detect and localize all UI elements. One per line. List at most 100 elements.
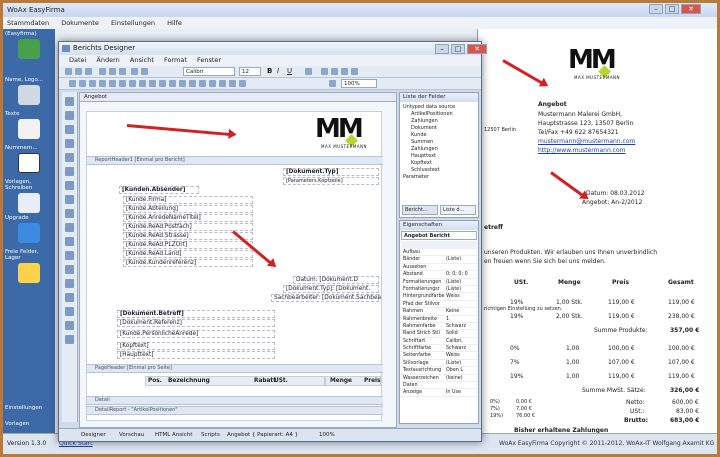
tree-item[interactable]: Haupttext	[403, 153, 476, 160]
layout-icon[interactable]	[189, 80, 196, 87]
layout-icon[interactable]	[169, 80, 176, 87]
sidebar-item-name-logo[interactable]: Name, Logo...	[5, 77, 53, 107]
property-row[interactable]: Aufbau	[400, 249, 478, 257]
property-row[interactable]: Rahmenbreite 1	[400, 316, 478, 323]
menu-datei[interactable]: Datei	[69, 56, 86, 64]
property-row[interactable]: Textausrichtung Oben L	[400, 367, 478, 375]
property-row[interactable]: Abstand 0; 0; 0; 0	[400, 271, 478, 279]
band-report-header[interactable]: ReportHeader1 [Einmal pro Bericht]	[87, 156, 383, 165]
property-row[interactable]: Rahmenfarbe Schwarz	[400, 323, 478, 331]
open-icon[interactable]	[75, 68, 82, 75]
tab-designer[interactable]: Designer	[81, 429, 106, 441]
field-haupttext[interactable]: [Haupttext]	[117, 351, 275, 359]
sidebar-item-freie-felder[interactable]: Freie Felder, Lager	[5, 249, 53, 285]
field-kunde-plzort[interactable]: [Kunde.ReAd.PLZOrt]	[123, 241, 253, 249]
maximize-button[interactable]: □	[665, 4, 679, 14]
menu-fenster[interactable]: Fenster	[197, 56, 221, 64]
field-kunde-land[interactable]: [Kunde.ReAd.Land]	[123, 250, 253, 258]
layout-icon[interactable]	[109, 80, 116, 87]
field-kunde-abteilung[interactable]: [Kunde.Abteilung]	[123, 205, 253, 213]
layout-icon[interactable]	[99, 80, 106, 87]
layout-icon[interactable]	[149, 80, 156, 87]
justify-icon[interactable]	[351, 68, 358, 75]
report-tab[interactable]: Angebot	[80, 93, 396, 102]
band-detail[interactable]: Detail	[87, 396, 383, 405]
layout-icon[interactable]	[69, 80, 76, 87]
tab-scripts[interactable]: Scripts	[201, 429, 220, 441]
tab-bericht[interactable]: Bericht...	[402, 205, 438, 215]
align-left-icon[interactable]	[321, 68, 328, 75]
tree-root[interactable]: Untyped data source	[403, 104, 476, 111]
line-tool-icon[interactable]	[65, 195, 74, 204]
paste-icon[interactable]	[119, 68, 126, 75]
field-kunde-anrede[interactable]: [Kunde.AnredeNameTitel]	[123, 214, 253, 222]
menu-ansicht[interactable]: Ansicht	[130, 56, 154, 64]
gauge-tool-icon[interactable]	[65, 265, 74, 274]
layout-icon[interactable]	[79, 80, 86, 87]
tab-liste[interactable]: Liste d...	[440, 205, 476, 215]
field-persoenliche-anrede[interactable]: [Kunde.PersönlicheAnrede]	[117, 330, 275, 338]
sidebar-item-texte[interactable]: Texte	[5, 111, 53, 141]
property-row[interactable]: Rand Strich Stil Solid	[400, 330, 478, 338]
italic-button[interactable]: I	[277, 67, 279, 75]
layout-icon[interactable]	[179, 80, 186, 87]
tree-item[interactable]: Kopftext	[403, 160, 476, 167]
zipcode-tool-icon[interactable]	[65, 237, 74, 246]
field-dokument-typ-2[interactable]: [Dokument.Typ]: [Dokument.	[283, 285, 379, 293]
field-betreff[interactable]: [Dokument.Betreff]	[117, 310, 275, 318]
layout-icon[interactable]	[199, 80, 206, 87]
redo-icon[interactable]	[141, 68, 148, 75]
sidebar-item-nummern[interactable]: Nummern...	[5, 145, 53, 175]
field-dokument-typ[interactable]: [Dokument.Typ]	[283, 168, 379, 176]
preview-email-link[interactable]: mustermann@mustermann.com	[538, 138, 635, 145]
tree-parameters[interactable]: Parameter	[403, 174, 476, 181]
layout-icon[interactable]	[239, 80, 246, 87]
copy-icon[interactable]	[109, 68, 116, 75]
layout-icon[interactable]	[209, 80, 216, 87]
property-row[interactable]: Anzeige In Use	[400, 389, 478, 397]
align-center-icon[interactable]	[331, 68, 338, 75]
picture-tool-icon[interactable]	[65, 153, 74, 162]
property-row[interactable]: Seitenfarbe Weiss	[400, 352, 478, 360]
menu-stammdaten[interactable]: Stammdaten	[7, 19, 49, 27]
property-row[interactable]: Wasserzeichen (keine)	[400, 375, 478, 383]
field-referenz[interactable]: [Dokument.Referenz]	[117, 319, 275, 327]
crossband-tool-icon[interactable]	[65, 335, 74, 344]
layout-icon[interactable]	[219, 80, 226, 87]
tab-html-ansicht[interactable]: HTML Ansicht	[155, 429, 192, 441]
shape-tool-icon[interactable]	[65, 209, 74, 218]
tree-item[interactable]: Dokument	[403, 125, 476, 132]
sparkline-tool-icon[interactable]	[65, 279, 74, 288]
close-button[interactable]: ✕	[681, 4, 701, 14]
field-datum[interactable]: Datum: [Dokument.D	[293, 276, 379, 284]
sidebar-item-easyfirma[interactable]: (Easyfirma)	[5, 31, 53, 61]
cut-icon[interactable]	[99, 68, 106, 75]
layout-icon[interactable]	[159, 80, 166, 87]
richtext-tool-icon[interactable]	[65, 139, 74, 148]
layout-icon[interactable]	[229, 80, 236, 87]
font-name-select[interactable]: Calibri	[183, 67, 235, 76]
pagebreak-tool-icon[interactable]	[65, 321, 74, 330]
layout-icon[interactable]	[129, 80, 136, 87]
layout-icon[interactable]	[139, 80, 146, 87]
field-kopfzeile[interactable]: [Parameters.Kopfzeile]	[283, 177, 379, 185]
tree-item[interactable]: Kunde	[403, 132, 476, 139]
property-row[interactable]: Aussehen	[400, 264, 478, 272]
designer-maximize-button[interactable]: □	[451, 44, 465, 54]
barcode-tool-icon[interactable]	[65, 223, 74, 232]
new-icon[interactable]	[65, 68, 72, 75]
tree-item[interactable]: Zahlungen	[403, 146, 476, 153]
tree-item[interactable]: Zahlungen	[403, 118, 476, 125]
layout-icon[interactable]	[89, 80, 96, 87]
checkbox-tool-icon[interactable]	[65, 125, 74, 134]
save-icon[interactable]	[85, 68, 92, 75]
property-row[interactable]: Hintergrundfarbe Weiss	[400, 293, 478, 301]
underline-button[interactable]: U	[287, 67, 292, 75]
subreport-tool-icon[interactable]	[65, 293, 74, 302]
pageinfo-tool-icon[interactable]	[65, 307, 74, 316]
property-row[interactable]: Pfad der Stilvor	[400, 301, 478, 309]
sidebar-item-vorlagen[interactable]: Vorlagen, Schreiben	[5, 179, 53, 215]
layout-icon[interactable]	[119, 80, 126, 87]
chart-tool-icon[interactable]	[65, 251, 74, 260]
preview-web-link[interactable]: http://www.mustermann.com	[538, 147, 626, 154]
